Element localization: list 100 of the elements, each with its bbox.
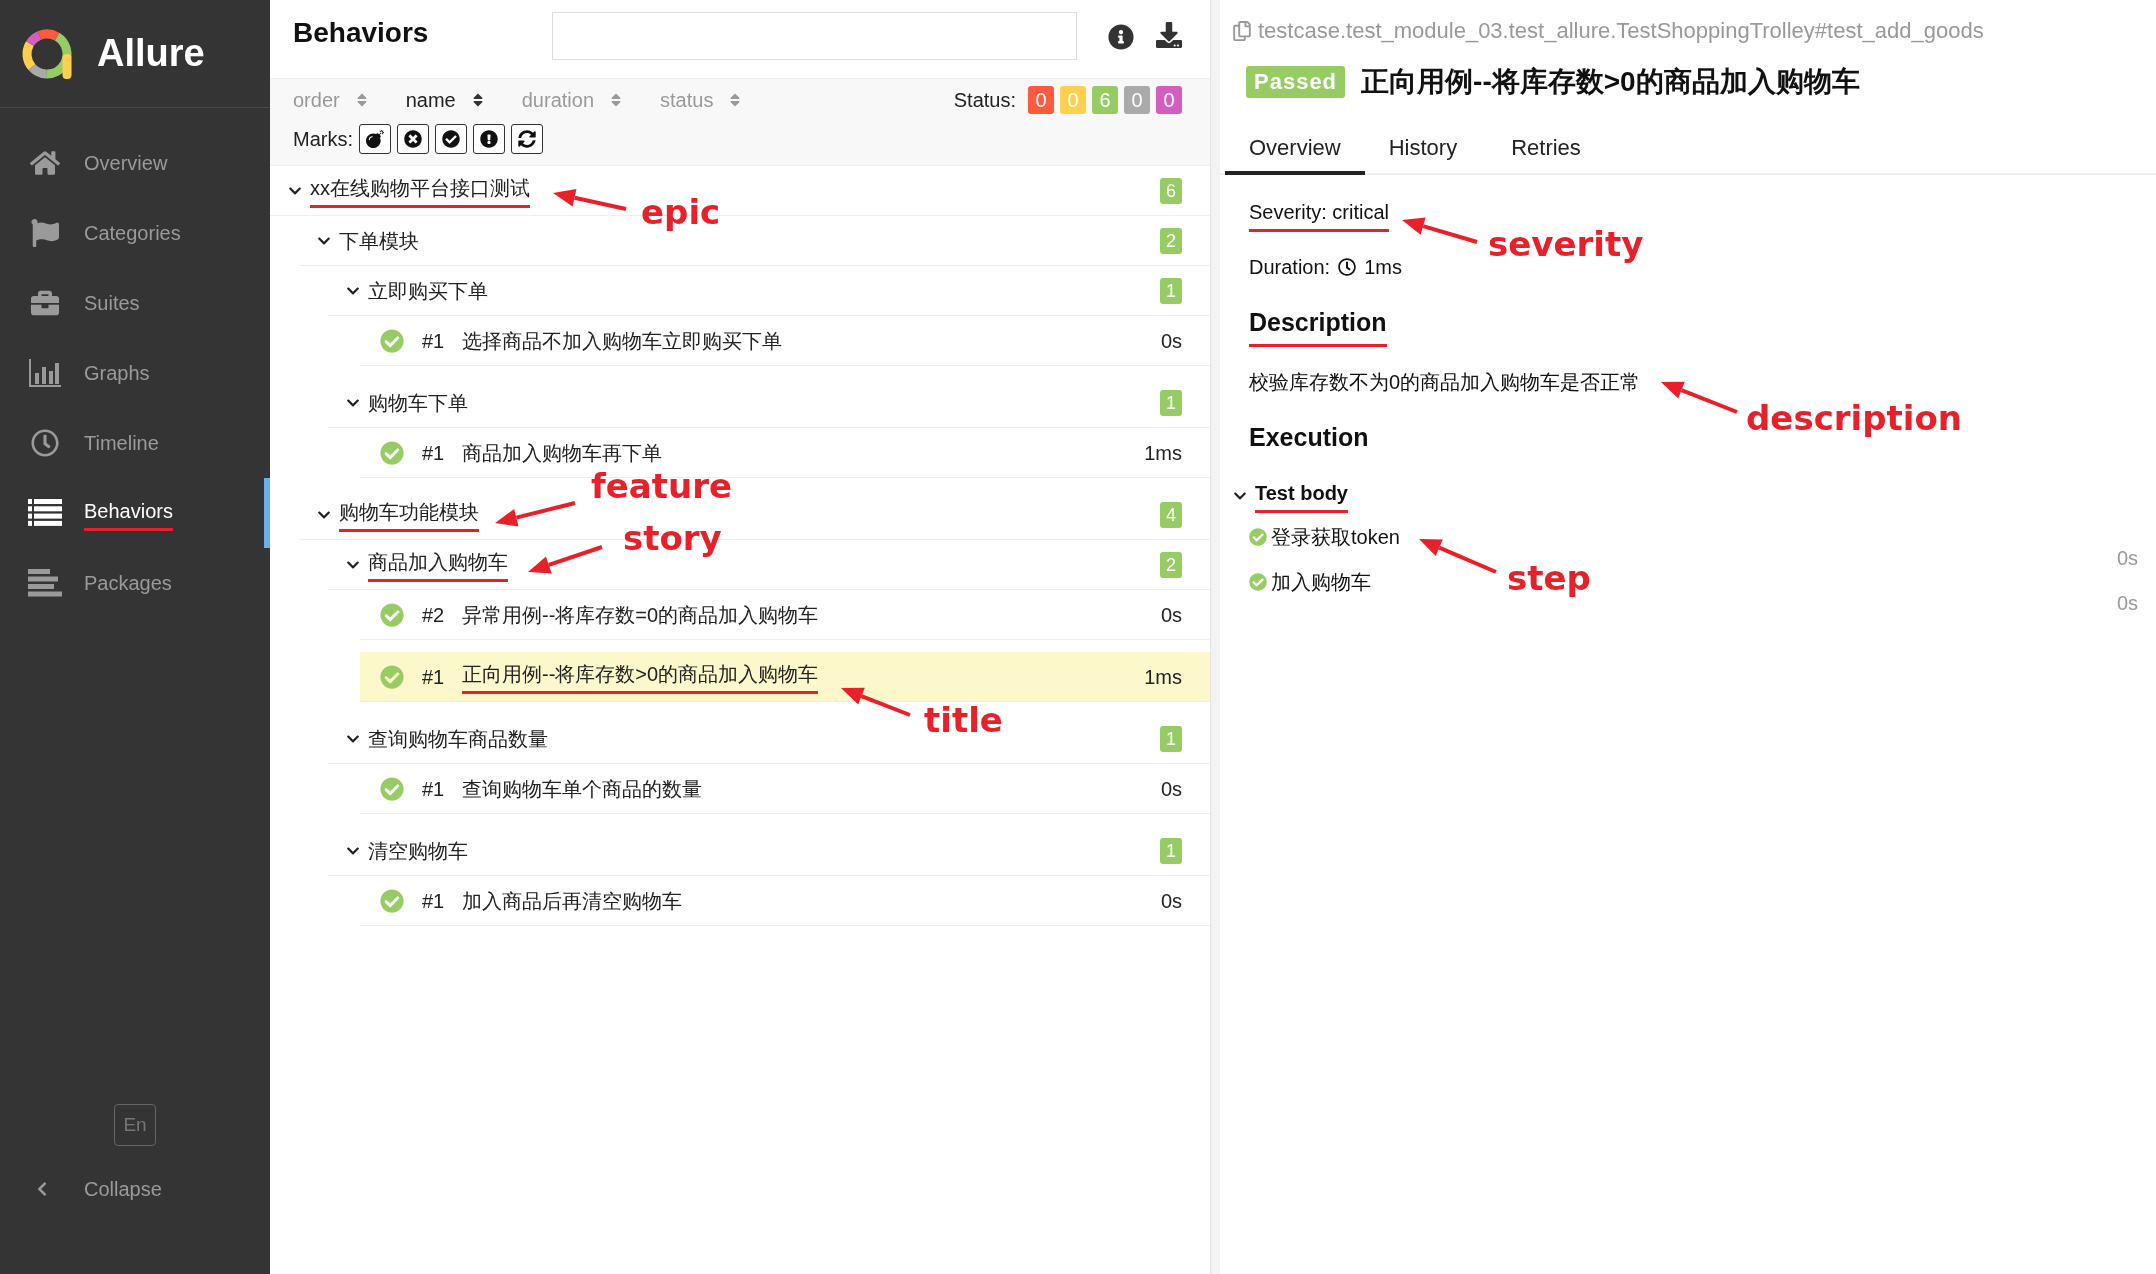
section-heading: Execution — [1249, 421, 1369, 453]
status-label: Status: — [953, 88, 1016, 113]
count-badge: 1 — [1160, 725, 1182, 752]
test-number: #1 — [422, 328, 446, 354]
info-icon[interactable] — [1108, 24, 1134, 50]
test-row[interactable]: #2 异常用例--将库存数=0的商品加入购物车 0s — [360, 590, 1210, 640]
nav-item[interactable]: Packages — [0, 548, 270, 618]
annotation-label: description — [1746, 398, 1963, 438]
group-name: 购物车功能模块 — [339, 497, 479, 532]
passed-check-icon — [380, 440, 404, 465]
tree-group-row[interactable]: 清空购物车 1 — [328, 826, 1210, 876]
nav-label: Graphs — [84, 361, 150, 386]
nav-item[interactable]: Timeline — [0, 408, 270, 478]
count-badge: 4 — [1160, 501, 1182, 528]
detail-tab[interactable]: Retries — [1487, 123, 1605, 175]
panel-title: Behaviors — [293, 16, 430, 50]
copy-icon[interactable] — [1232, 20, 1252, 41]
tree-group-row[interactable]: 立即购买下单 1 — [328, 266, 1210, 316]
step-name: 登录获取token — [1271, 525, 1400, 550]
group-name: 下单模块 — [339, 228, 419, 254]
flag-icon — [31, 219, 59, 247]
nav-item[interactable]: Overview — [0, 128, 270, 198]
nav-item[interactable]: Graphs — [0, 338, 270, 408]
test-title: 商品加入购物车再下单 — [462, 440, 662, 466]
mark-filter-button[interactable] — [359, 124, 391, 154]
list-icon — [28, 499, 62, 527]
group-name: 查询购物车商品数量 — [368, 726, 548, 752]
home-icon — [30, 148, 60, 178]
description-text: 校验库存数不为0的商品加入购物车是否正常 — [1249, 369, 1642, 395]
nav-item[interactable]: Categories — [0, 198, 270, 268]
step-group-header[interactable]: Test body — [1233, 478, 1348, 513]
passed-check-icon — [380, 602, 404, 627]
status-badge: Passed — [1246, 66, 1346, 98]
nav-label: Categories — [84, 221, 181, 246]
nav-label: Behaviors — [84, 495, 173, 531]
passed-check-icon — [1249, 573, 1267, 591]
test-number: #2 — [422, 602, 446, 628]
group-name: 立即购买下单 — [368, 278, 488, 304]
nav-label: Suites — [84, 291, 140, 316]
nav-label: Packages — [84, 571, 172, 596]
test-duration: 0s — [1160, 602, 1182, 628]
clock-icon — [1338, 258, 1357, 276]
duration-label: Duration: — [1249, 255, 1331, 280]
annotation-arrow — [841, 687, 911, 717]
detail-tab[interactable]: Overview — [1225, 123, 1365, 175]
test-row[interactable]: #1 正向用例--将库存数>0的商品加入购物车 1ms — [360, 652, 1210, 702]
test-number: #1 — [422, 776, 446, 802]
duration-value: 1ms — [1364, 255, 1402, 280]
test-row[interactable]: #1 选择商品不加入购物车立即购买下单 0s — [360, 316, 1210, 366]
passed-check-icon — [380, 664, 404, 689]
nav-item[interactable]: Behaviors — [0, 478, 270, 548]
test-number: #1 — [422, 888, 446, 914]
test-row[interactable]: #1 查询购物车单个商品的数量 0s — [360, 764, 1210, 814]
count-badge: 1 — [1160, 389, 1182, 416]
test-duration: 1ms — [1144, 440, 1182, 466]
section-heading: Description — [1249, 304, 1387, 347]
group-name: 购物车下单 — [368, 390, 468, 416]
test-title: 加入商品后再清空购物车 — [462, 888, 682, 914]
mark-filter-button[interactable] — [397, 124, 429, 154]
severity-text: Severity: critical — [1249, 197, 1390, 232]
count-badge: 1 — [1160, 277, 1182, 304]
refresh-icon — [518, 130, 536, 148]
detail-tab[interactable]: History — [1364, 123, 1482, 175]
tree-group-row[interactable]: 购物车下单 1 — [328, 378, 1210, 428]
test-duration: 0s — [1160, 776, 1182, 802]
group-name: xx在线购物平台接口测试 — [310, 173, 530, 208]
step-duration: 0s — [2116, 546, 2138, 571]
passed-check-icon — [1249, 528, 1267, 546]
mark-filter-button[interactable] — [473, 124, 505, 154]
group-name: 清空购物车 — [368, 838, 468, 864]
mark-filter-button[interactable] — [435, 124, 467, 154]
nav-label: Timeline — [84, 431, 159, 456]
test-title: 异常用例--将库存数=0的商品加入购物车 — [462, 602, 819, 628]
align-left-icon — [28, 569, 62, 597]
group-name: 商品加入购物车 — [368, 547, 508, 582]
search-field[interactable] — [552, 12, 1077, 60]
mark-filter-button[interactable] — [511, 124, 543, 154]
test-title: 正向用例--将库存数>0的商品加入购物车 — [462, 659, 819, 694]
collapse-button[interactable]: Collapse — [0, 1154, 270, 1224]
sort-button[interactable]: name — [405, 85, 486, 115]
test-duration: 1ms — [1144, 664, 1182, 690]
test-row[interactable]: #1 加入商品后再清空购物车 0s — [360, 876, 1210, 926]
passed-check-icon — [380, 888, 404, 913]
download-icon[interactable] — [1156, 22, 1182, 48]
count-badge: 1 — [1160, 837, 1182, 864]
bomb-icon — [366, 130, 384, 148]
count-badge: 6 — [1160, 177, 1182, 204]
test-number: #1 — [422, 664, 446, 690]
test-path: testcase.test_module_03.test_allure.TestShoppingTrolley#test_add_goods — [1258, 17, 1984, 45]
step-name: 加入购物车 — [1271, 570, 1371, 595]
passed-check-icon — [380, 776, 404, 801]
annotation-label: step — [1507, 558, 1591, 598]
bar-chart-icon — [29, 359, 61, 387]
nav-item[interactable]: Suites — [0, 268, 270, 338]
test-duration: 0s — [1160, 888, 1182, 914]
test-title: 查询购物车单个商品的数量 — [462, 776, 702, 802]
passed-check-icon — [380, 328, 404, 353]
annotation-label: severity — [1488, 224, 1644, 264]
nav-label: Overview — [84, 151, 168, 176]
count-badge: 2 — [1160, 551, 1182, 578]
